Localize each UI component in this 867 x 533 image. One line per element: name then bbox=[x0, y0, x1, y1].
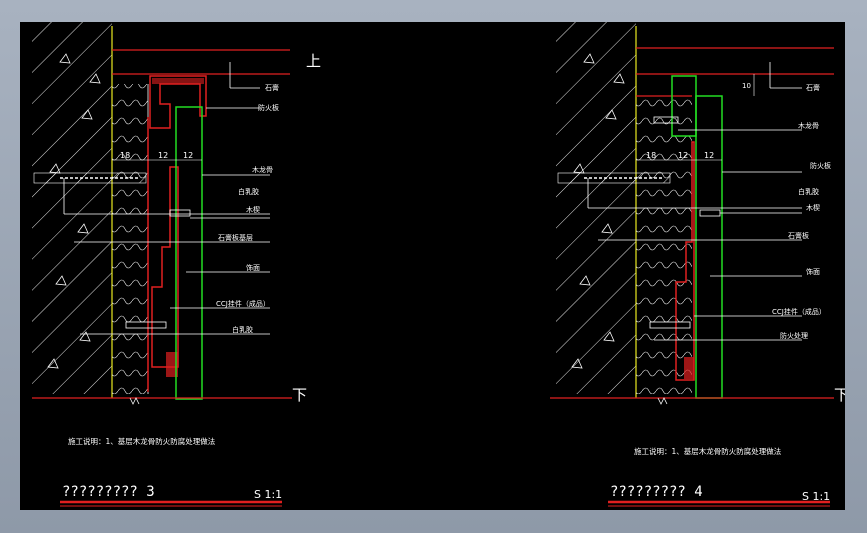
callout-3: 木龙骨 bbox=[252, 165, 273, 174]
detail-right: 10 18 12 12 上 下 bbox=[550, 22, 845, 507]
detail-left: 18 12 12 上 下 石膏 防火板 木龙骨 白乳胶 木楔 石膏板基层 饰面 … bbox=[32, 22, 321, 507]
note-right: 施工说明：1、基层木龙骨防火防腐处理做法 bbox=[634, 446, 782, 456]
wood-stud bbox=[112, 84, 148, 394]
callout-8: CCJ挂件（成品） bbox=[216, 299, 270, 308]
cad-drawing: 18 12 12 上 下 石膏 防火板 木龙骨 白乳胶 木楔 石膏板基层 饰面 … bbox=[32, 22, 845, 507]
dim-12a: 12 bbox=[158, 151, 168, 160]
label-up: 上 bbox=[306, 52, 321, 70]
note-left: 施工说明：1、基层木龙骨防火防腐处理做法 bbox=[68, 436, 216, 446]
callout-7: 饰面 bbox=[246, 263, 260, 272]
callout-9: 白乳胶 bbox=[232, 325, 253, 334]
wall-hatch bbox=[32, 22, 112, 394]
callout-5: 木楔 bbox=[806, 203, 820, 212]
callout-2: 防火板 bbox=[258, 103, 279, 112]
callout-5: 木楔 bbox=[246, 205, 260, 214]
title-right: ????????? 4 bbox=[610, 484, 703, 500]
callout-9: 防火处理 bbox=[780, 331, 808, 340]
callout-1: 石膏 bbox=[806, 83, 820, 92]
cad-window-background: 18 12 12 上 下 石膏 防火板 木龙骨 白乳胶 木楔 石膏板基层 饰面 … bbox=[0, 0, 867, 533]
callout-1: 石膏 bbox=[265, 83, 279, 92]
callout-7: 饰面 bbox=[806, 267, 820, 276]
callout-4: 白乳胶 bbox=[238, 187, 259, 196]
ccj-clip bbox=[151, 166, 179, 368]
dim-12b: 12 bbox=[183, 151, 193, 160]
callout-8: CCJ挂件（成品） bbox=[772, 307, 826, 316]
callout-3: 防火板 bbox=[810, 161, 831, 170]
scale-left: S 1:1 bbox=[254, 488, 282, 501]
callout-2: 木龙骨 bbox=[798, 121, 819, 130]
dim-12a: 12 bbox=[678, 151, 688, 160]
label-down: 下 bbox=[292, 386, 307, 404]
title-left: ????????? 3 bbox=[62, 484, 155, 500]
callout-6: 石膏板 bbox=[788, 231, 809, 240]
finish-panel bbox=[695, 95, 723, 399]
wood-stud bbox=[636, 96, 692, 394]
dim-18: 18 bbox=[120, 151, 130, 160]
label-down: 下 bbox=[834, 386, 845, 404]
dim-top: 10 bbox=[742, 82, 751, 90]
dim-18: 18 bbox=[646, 151, 656, 160]
callout-4: 白乳胶 bbox=[798, 187, 819, 196]
dim-12b: 12 bbox=[704, 151, 714, 160]
callout-6: 石膏板基层 bbox=[218, 233, 253, 242]
cad-drawing-canvas[interactable]: 18 12 12 上 下 石膏 防火板 木龙骨 白乳胶 木楔 石膏板基层 饰面 … bbox=[20, 22, 845, 510]
